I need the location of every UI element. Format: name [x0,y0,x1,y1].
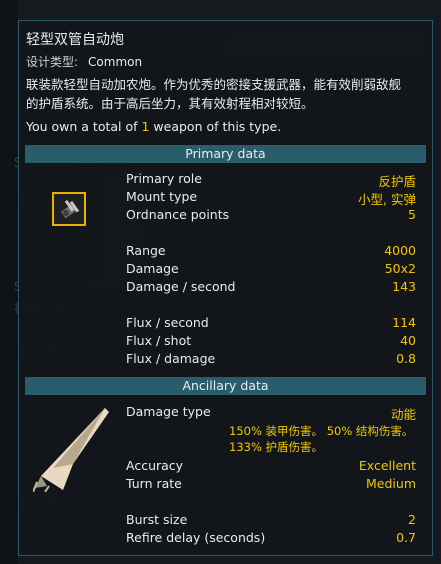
stat-value: 50x2 [384,261,416,276]
owned-count-text: You own a total of 1 weapon of this type… [26,119,281,134]
owned-suffix: weapon of this type. [149,119,282,134]
stat-value: 40 [400,333,416,348]
stat-range: Range 4000 [126,243,416,261]
stat-label: Turn rate [126,476,182,491]
stat-flux-per-second: Flux / second 114 [126,315,416,333]
twin-autocannon-icon [52,192,86,226]
stat-label: Primary role [126,171,202,186]
stat-label: Damage [126,261,179,276]
stat-label: Range [126,243,166,258]
stat-label: Damage type [126,404,211,419]
stat-damage: Damage 50x2 [126,261,416,279]
stat-mount-type: Mount type 小型, 实弹 [126,189,416,207]
stat-primary-role: Primary role 反护盾 [126,171,416,189]
stat-value: 4000 [384,243,416,258]
ancillary-data-header: Ancillary data [25,377,426,395]
stat-label: Flux / shot [126,333,192,348]
stat-label: Flux / second [126,315,209,330]
stat-label: Burst size [126,512,188,527]
stat-flux-per-damage: Flux / damage 0.8 [126,351,416,369]
stat-value: 5 [408,207,416,222]
damage-note-line: 150% 装甲伤害。 50% 结构伤害。 [229,424,414,438]
stat-label: Flux / damage [126,351,216,366]
twin-autocannon-graphic [60,199,80,219]
stat-label: Accuracy [126,458,184,473]
stat-value: 2 [408,512,416,527]
stat-label: Ordnance points [126,207,230,222]
stat-burst-size: Burst size 2 [126,512,416,530]
background-left-strip [0,0,18,564]
stat-accuracy: Accuracy Excellent [126,458,416,476]
kinetic-damage-icon [33,408,109,492]
damage-note-line: 133% 护盾伤害。 [229,440,324,454]
stat-flux-per-shot: Flux / shot 40 [126,333,416,351]
stat-value: 114 [392,315,416,330]
stat-damage-type: Damage type 动能 [126,404,416,422]
stat-value: Medium [366,476,416,491]
description-line: 的护盾系统。由于高后坐力，其有效射程相对较短。 [26,96,314,111]
stat-label: Damage / second [126,279,236,294]
design-type-label: 设计类型: [26,55,79,69]
stat-value: 反护盾 [378,174,416,189]
design-type-value: Common [88,55,143,69]
owned-prefix: You own a total of [26,119,142,134]
primary-data-header: Primary data [25,145,426,163]
stat-value: 0.7 [396,530,416,545]
stat-value: 0.8 [396,351,416,366]
description-line: 联装款轻型自动加农炮。作为优秀的密接支援武器，能有效削弱敌舰 [26,77,402,92]
stat-refire-delay: Refire delay (seconds) 0.7 [126,530,416,548]
stat-value: 小型, 实弹 [358,192,416,207]
weapon-description: 联装款轻型自动加农炮。作为优秀的密接支援武器，能有效削弱敌舰 的护盾系统。由于高… [26,75,426,113]
stat-label: Refire delay (seconds) [126,530,266,545]
stat-value: 143 [392,279,416,294]
damage-type-note: 150% 装甲伤害。 50% 结构伤害。 133% 护盾伤害。 [229,423,413,455]
weapon-tooltip: 轻型双管自动炮 设计类型: Common 联装款轻型自动加农炮。作为优秀的密接支援… [18,20,433,556]
stat-turn-rate: Turn rate Medium [126,476,416,494]
stat-value: Excellent [358,458,416,473]
design-type: 设计类型: Common [26,53,142,70]
stat-ordnance-points: Ordnance points 5 [126,207,416,225]
stat-value: 动能 [390,407,416,422]
weapon-title: 轻型双管自动炮 [26,32,124,48]
stat-damage-per-second: Damage / second 143 [126,279,416,297]
stat-label: Mount type [126,189,198,204]
